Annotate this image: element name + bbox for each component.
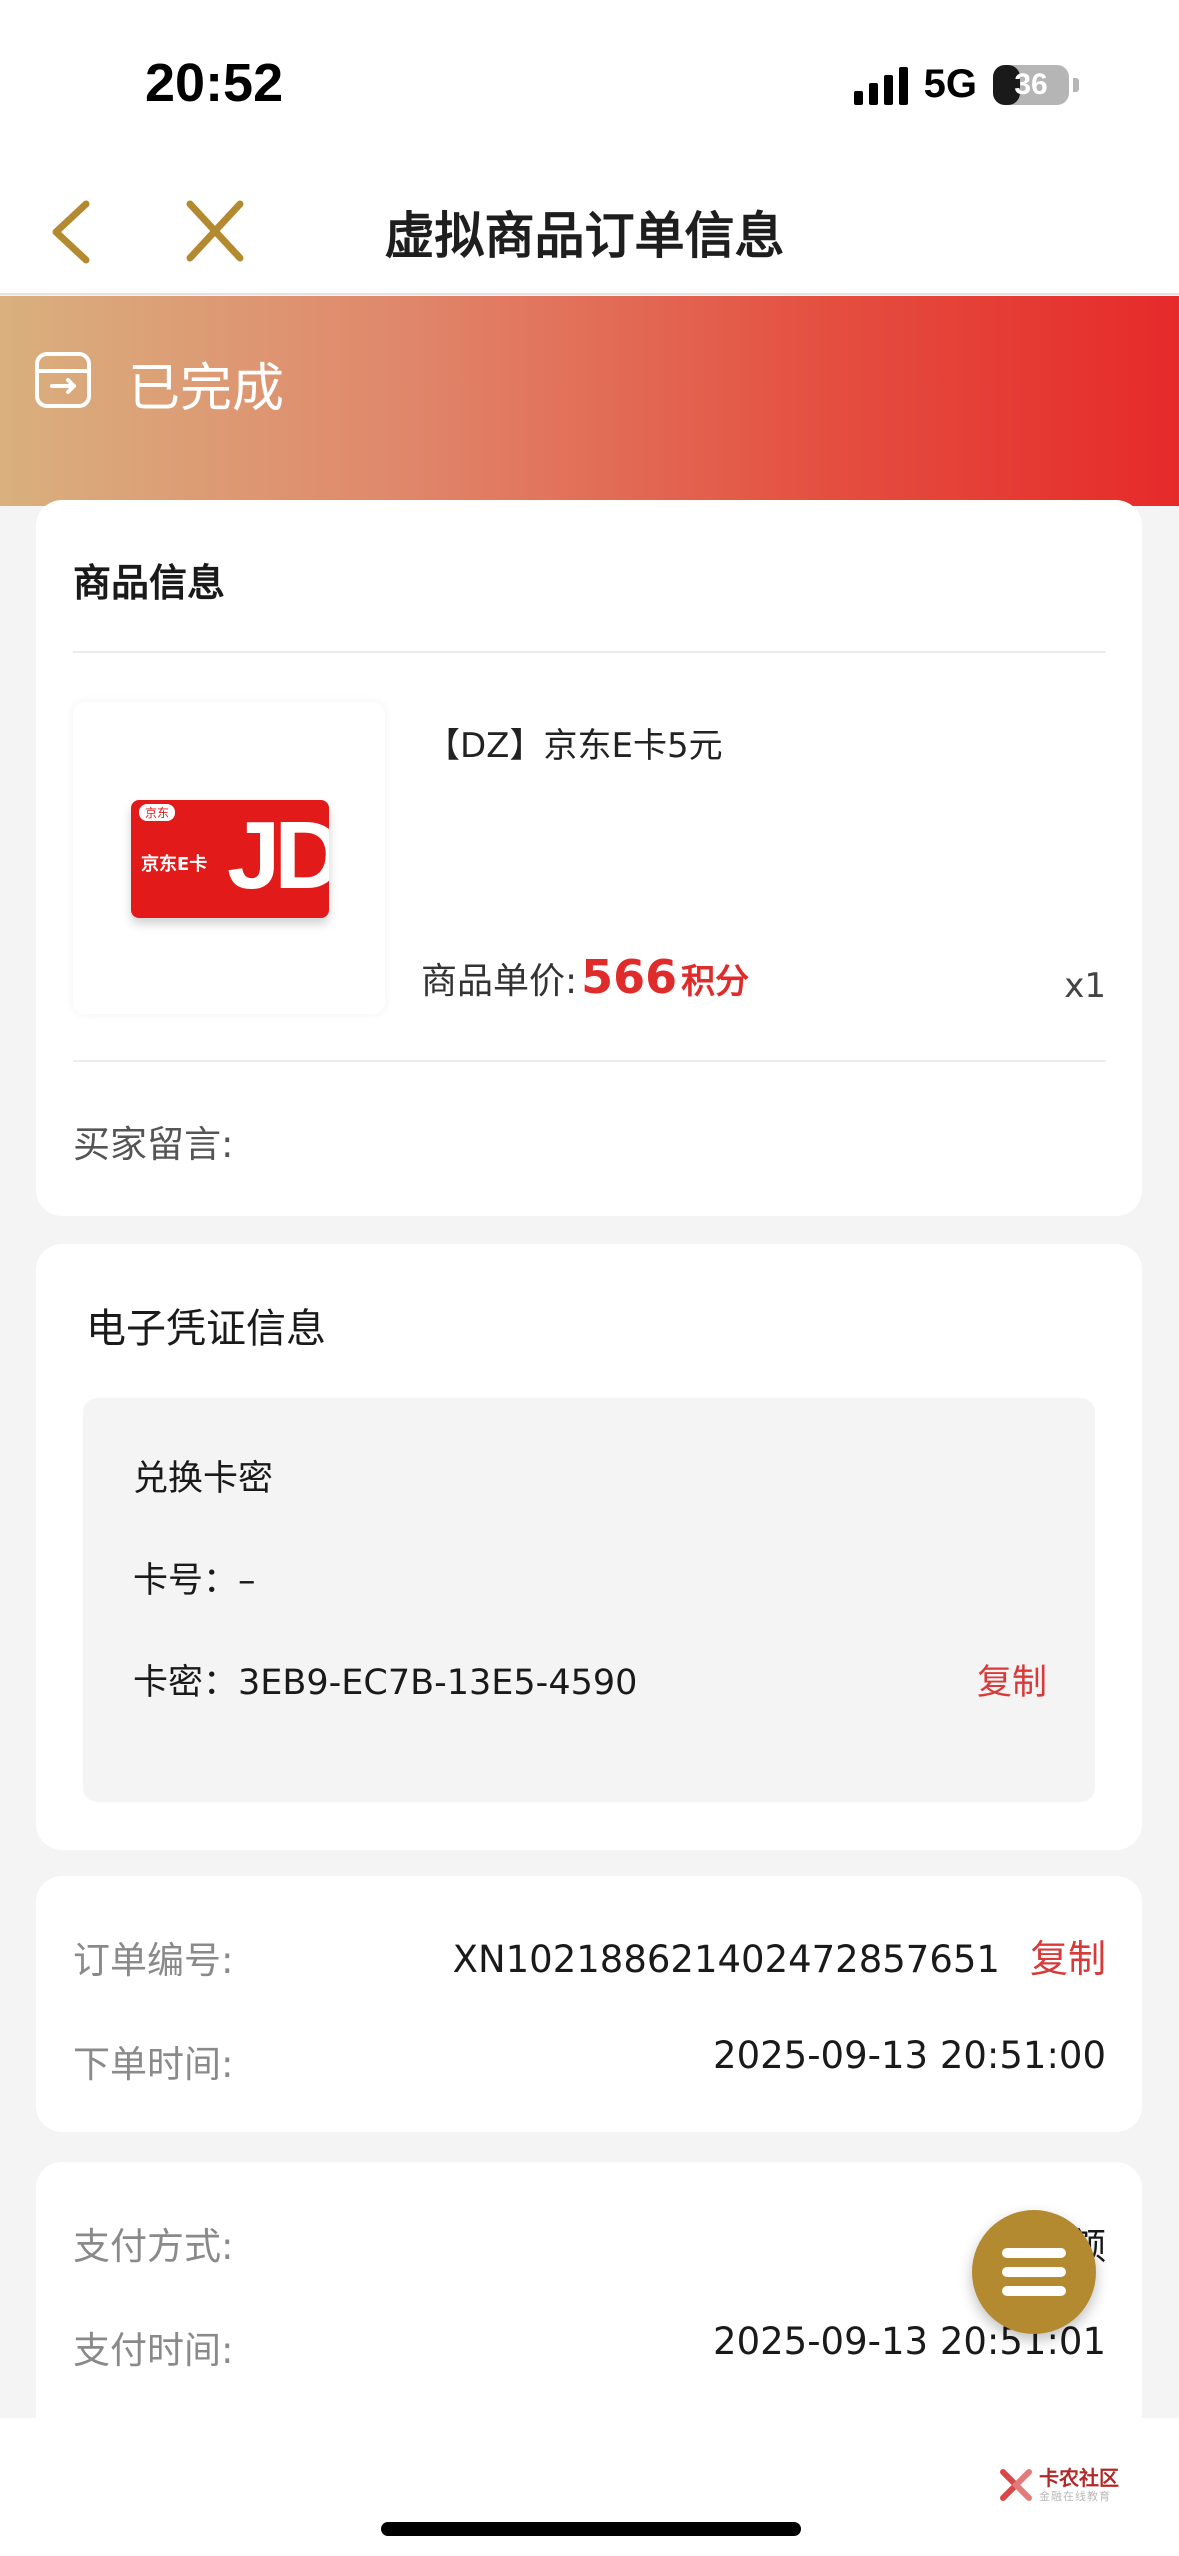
- nav-bar: 虚拟商品订单信息: [0, 170, 1179, 295]
- product-quantity: x1: [1064, 966, 1106, 1006]
- divider: [73, 1060, 1106, 1062]
- network-label: 5G: [923, 62, 977, 106]
- jd-brand-tag: 京东: [139, 804, 176, 821]
- card-secret-label: 卡密：: [133, 1663, 239, 1703]
- watermark-logo-icon: [999, 2468, 1033, 2502]
- battery-tip: [1073, 77, 1079, 92]
- watermark: 卡农社区 金融在线教育: [999, 2468, 1119, 2502]
- order-time-value: 2025-09-13 20:51:00: [713, 2034, 1106, 2077]
- order-status-label: 已完成: [128, 359, 285, 419]
- jd-card-label: 京东E卡: [141, 854, 208, 875]
- menu-icon-bar: [1002, 2248, 1066, 2258]
- order-number-row: XN10218862140247285765​1 复制: [453, 1928, 1106, 1983]
- signal-icon: [853, 65, 908, 105]
- voucher-section-title: 电子凭证信息: [86, 1306, 326, 1352]
- payment-method-label: 支付方式:: [73, 2225, 234, 2268]
- battery-icon: 36: [993, 64, 1069, 105]
- bottom-area: 卡农社区 金融在线教育: [0, 2418, 1179, 2556]
- copy-order-number-button[interactable]: 复制: [1030, 1937, 1106, 1981]
- copy-card-secret-button[interactable]: 复制: [977, 1654, 1047, 1705]
- home-indicator[interactable]: [381, 2522, 801, 2536]
- status-indicators: 5G 36: [853, 62, 1079, 107]
- product-image[interactable]: 京东 京东E卡 JD: [73, 702, 385, 1014]
- menu-icon[interactable]: [972, 2210, 1096, 2334]
- order-number-value[interactable]: XN10218862140247285765​1: [453, 1938, 1000, 1981]
- order-info-card: 订单编号: XN10218862140247285765​1 复制 下单时间: 2…: [36, 1876, 1142, 2132]
- card-number-label: 卡号：: [133, 1561, 239, 1601]
- product-name[interactable]: 【DZ】京东E卡5元: [426, 718, 723, 767]
- menu-icon-bar: [1002, 2267, 1066, 2277]
- product-info-card: 商品信息 京东 京东E卡 JD 【DZ】京东E卡5元 商品单价: 566 积分 …: [36, 500, 1142, 1216]
- jd-logo: JD: [227, 802, 329, 909]
- battery-percent: 36: [1014, 67, 1048, 101]
- watermark-title: 卡农社区: [1039, 2466, 1119, 2490]
- price-label: 商品单价:: [421, 961, 578, 1002]
- status-time: 20:52: [145, 53, 284, 113]
- voucher-info-card: 电子凭证信息 兑换卡密 卡号：– 卡密：3EB9-EC7B-13E5-4590 …: [36, 1244, 1142, 1850]
- price-unit: 积分: [681, 962, 750, 1002]
- jd-e-card-image: 京东 京东E卡 JD: [131, 800, 329, 918]
- order-box-icon: [34, 351, 92, 409]
- status-bar: 20:52 5G 36: [0, 0, 1179, 170]
- watermark-subtitle: 金融在线教育: [1039, 2490, 1111, 2503]
- order-time-label: 下单时间:: [73, 2043, 234, 2086]
- product-price: 商品单价: 566 积分: [421, 950, 749, 1004]
- menu-icon-bar: [1002, 2286, 1066, 2296]
- card-number-row: 卡号：–: [133, 1552, 256, 1603]
- voucher-box-title: 兑换卡密: [133, 1459, 274, 1499]
- card-secret-row: 卡密：3EB9-EC7B-13E5-4590: [133, 1654, 637, 1705]
- payment-time-label: 支付时间:: [73, 2329, 234, 2372]
- card-secret-value[interactable]: 3EB9-EC7B-13E5-4590: [238, 1663, 637, 1703]
- divider: [73, 651, 1106, 653]
- buyer-note-label: 买家留言:: [73, 1123, 234, 1166]
- page-title: 虚拟商品订单信息: [384, 207, 785, 265]
- card-number-value: –: [238, 1561, 256, 1601]
- order-number-label: 订单编号:: [73, 1939, 234, 1982]
- voucher-box: 兑换卡密 卡号：– 卡密：3EB9-EC7B-13E5-4590 复制: [83, 1398, 1095, 1802]
- price-value: 566: [581, 950, 678, 1004]
- product-section-title: 商品信息: [73, 561, 226, 605]
- order-status-banner: 已完成: [0, 296, 1179, 506]
